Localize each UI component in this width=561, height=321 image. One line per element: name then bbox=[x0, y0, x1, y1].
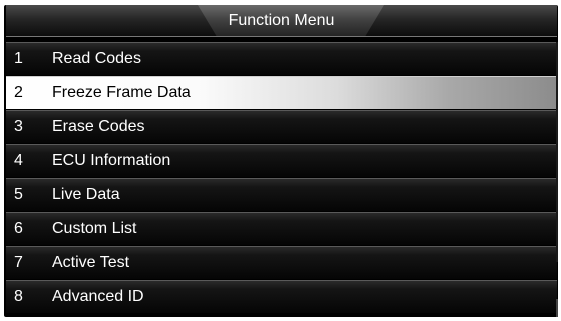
menu-item-read-codes[interactable]: 1 Read Codes bbox=[6, 42, 557, 75]
menu-item-number: 8 bbox=[14, 288, 23, 305]
menu-item-active-test[interactable]: 7 Active Test bbox=[6, 246, 557, 279]
menu-item-number: 3 bbox=[14, 118, 23, 135]
scrollbar-end bbox=[556, 299, 558, 317]
menu-item-number: 4 bbox=[14, 152, 23, 169]
menu-item-number: 7 bbox=[14, 254, 23, 271]
title-bar: Function Menu bbox=[6, 5, 557, 37]
menu-item-custom-list[interactable]: 6 Custom List bbox=[6, 212, 557, 245]
menu-item-number: 1 bbox=[14, 50, 23, 67]
menu-item-number: 5 bbox=[14, 186, 23, 203]
menu-item-ecu-information[interactable]: 4 ECU Information bbox=[6, 144, 557, 177]
menu-item-number: 2 bbox=[14, 84, 23, 101]
menu-item-label: Read Codes bbox=[52, 50, 141, 67]
scrollbar[interactable] bbox=[556, 42, 559, 317]
menu-item-label: ECU Information bbox=[52, 152, 171, 169]
scrollbar-thumb[interactable] bbox=[556, 42, 558, 262]
menu-item-label: Custom List bbox=[52, 220, 137, 237]
menu-item-live-data[interactable]: 5 Live Data bbox=[6, 178, 557, 211]
menu-item-number: 6 bbox=[14, 220, 23, 237]
menu-item-label: Live Data bbox=[52, 186, 120, 203]
function-menu-list: 1 Read Codes 2 Freeze Frame Data 3 Erase… bbox=[6, 42, 557, 314]
menu-item-advanced-id[interactable]: 8 Advanced ID bbox=[6, 280, 557, 313]
menu-item-label: Active Test bbox=[52, 254, 130, 271]
menu-item-freeze-frame-data[interactable]: 2 Freeze Frame Data bbox=[6, 76, 557, 109]
menu-item-label: Advanced ID bbox=[52, 288, 144, 305]
menu-item-label: Erase Codes bbox=[52, 118, 145, 135]
menu-item-label: Freeze Frame Data bbox=[52, 84, 191, 101]
menu-item-erase-codes[interactable]: 3 Erase Codes bbox=[6, 110, 557, 143]
page-title: Function Menu bbox=[228, 12, 335, 29]
